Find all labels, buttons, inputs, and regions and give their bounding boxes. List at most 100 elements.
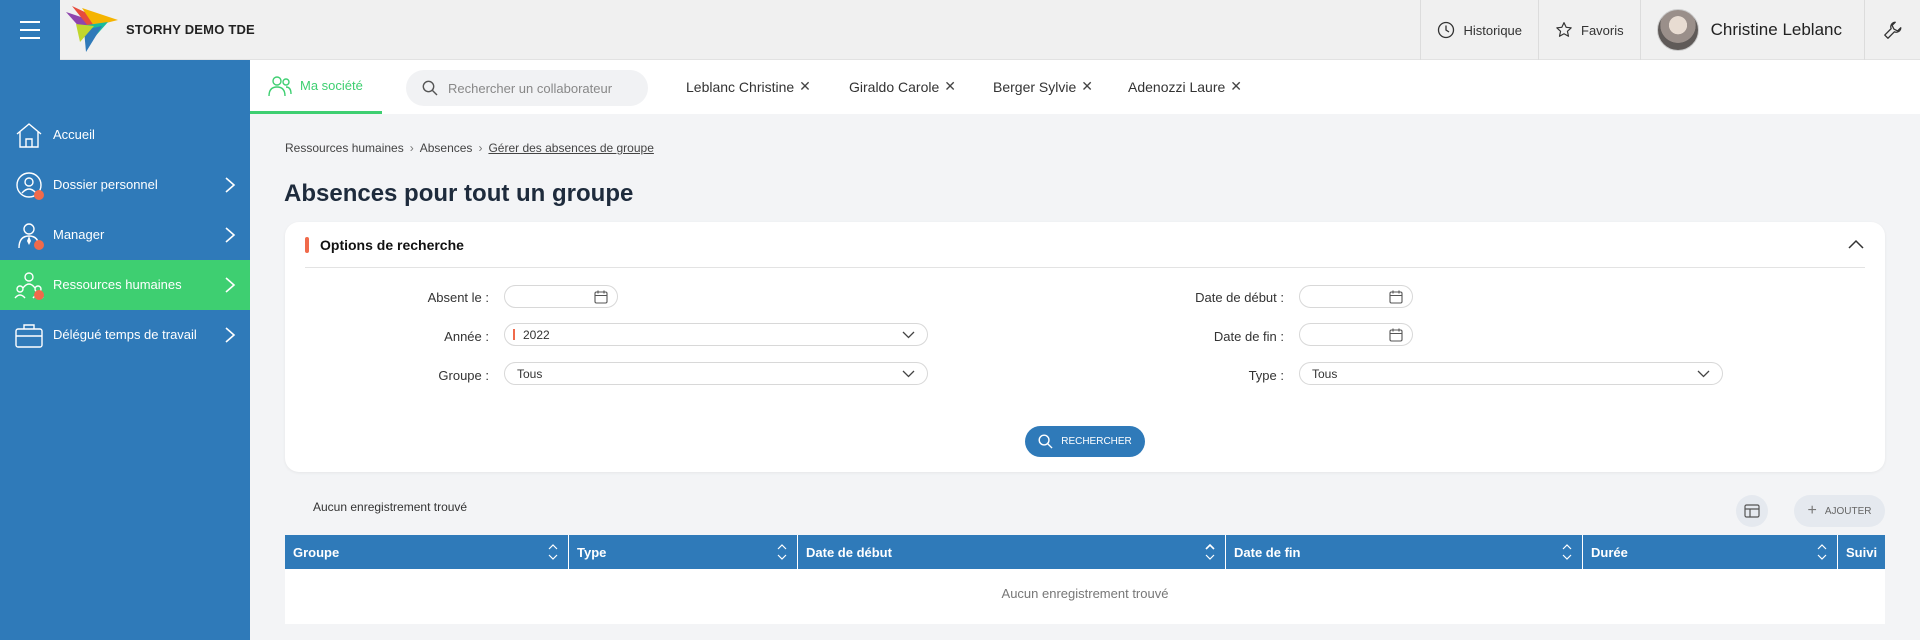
column-header-date-debut[interactable]: Date de début <box>798 535 1226 569</box>
collaborator-chip[interactable]: Adenozzi Laure ✕ <box>1128 78 1242 95</box>
annee-select[interactable]: 2022 <box>504 323 928 346</box>
calendar-icon[interactable] <box>1389 290 1403 304</box>
column-settings-button[interactable] <box>1736 495 1768 527</box>
date-fin-label: Date de fin : <box>1213 329 1284 344</box>
search-icon <box>422 80 438 96</box>
chip-label: Giraldo Carole <box>849 78 940 95</box>
sidebar-item-label: Délégué temps de travail <box>53 327 197 342</box>
date-debut-field[interactable] <box>1299 285 1413 308</box>
tab-ma-societe[interactable]: Ma société <box>250 60 382 114</box>
chevron-down-icon <box>902 370 915 378</box>
sort-icon <box>548 544 558 560</box>
sort-ascending-icon <box>1205 543 1215 560</box>
favoris-label: Favoris <box>1581 22 1624 38</box>
column-header-duree[interactable]: Durée <box>1583 535 1838 569</box>
sidebar-item-label: Dossier personnel <box>53 177 158 192</box>
column-label: Date de fin <box>1234 544 1301 560</box>
absent-le-date-field[interactable] <box>504 285 618 308</box>
home-icon <box>16 123 42 148</box>
groupe-label: Groupe : <box>438 368 489 383</box>
sidebar-item-label: Ressources humaines <box>53 277 182 292</box>
sidebar-item-delegue-temps[interactable]: Délégué temps de travail <box>0 310 250 360</box>
column-header-groupe[interactable]: Groupe <box>285 535 569 569</box>
annee-label: Année : <box>444 329 489 344</box>
collaborator-chip[interactable]: Berger Sylvie ✕ <box>993 78 1093 95</box>
close-icon[interactable]: ✕ <box>799 78 811 95</box>
chevron-up-icon[interactable] <box>1847 236 1865 254</box>
sidebar: Accueil Dossier personnel Manager Ressou… <box>0 60 250 640</box>
sidebar-item-dossier-personnel[interactable]: Dossier personnel <box>0 160 250 210</box>
breadcrumb-current[interactable]: Gérer des absences de groupe <box>488 141 653 155</box>
notification-badge <box>34 240 44 250</box>
accent-marker <box>305 237 309 253</box>
panel-title: Options de recherche <box>320 237 464 253</box>
collaborator-search[interactable] <box>406 70 648 106</box>
absent-le-label: Absent le : <box>427 290 489 305</box>
collaborator-chip[interactable]: Leblanc Christine ✕ <box>686 78 811 95</box>
column-label: Type <box>577 544 607 560</box>
chevron-right-icon: › <box>478 141 483 155</box>
sidebar-item-ressources-humaines[interactable]: Ressources humaines <box>0 260 250 310</box>
sidebar-item-label: Manager <box>53 227 105 242</box>
empty-table-message: Aucun enregistrement trouvé <box>1001 586 1169 601</box>
annee-value: 2022 <box>523 327 550 342</box>
star-icon <box>1556 22 1572 37</box>
sort-icon <box>1817 544 1827 560</box>
sidebar-item-accueil[interactable]: Accueil <box>0 110 250 160</box>
company-logo <box>66 6 118 52</box>
sidebar-item-manager[interactable]: Manager <box>0 210 250 260</box>
tools-button[interactable] <box>1864 0 1920 60</box>
user-menu[interactable]: Christine Leblanc <box>1639 0 1864 60</box>
column-label: Suivi <box>1846 544 1878 560</box>
records-status: Aucun enregistrement trouvé <box>313 500 468 514</box>
groupe-select[interactable]: Tous <box>504 362 928 385</box>
rechercher-button[interactable]: RECHERCHER <box>1025 426 1145 457</box>
type-select[interactable]: Tous <box>1299 362 1723 385</box>
tab-label: Ma société <box>300 78 363 93</box>
breadcrumb-item[interactable]: Ressources humaines <box>285 141 404 155</box>
collaborator-chip[interactable]: Giraldo Carole ✕ <box>849 78 956 95</box>
brand-name: STORHY DEMO TDE <box>126 22 255 37</box>
date-fin-field[interactable] <box>1299 323 1413 346</box>
hamburger-menu-button[interactable] <box>0 0 60 60</box>
calendar-icon[interactable] <box>1389 328 1403 342</box>
user-name: Christine Leblanc <box>1710 20 1842 39</box>
sidebar-item-label: Accueil <box>53 127 95 142</box>
users-icon <box>268 75 292 96</box>
column-header-suivi[interactable]: Suivi <box>1838 535 1885 569</box>
groupe-value: Tous <box>517 366 543 381</box>
chevron-down-icon <box>902 331 915 339</box>
breadcrumb-item[interactable]: Absences <box>420 141 473 155</box>
chip-label: Adenozzi Laure <box>1128 78 1226 95</box>
historique-button[interactable]: Historique <box>1420 0 1538 60</box>
required-marker <box>513 329 515 340</box>
search-input[interactable] <box>448 80 628 96</box>
calendar-icon[interactable] <box>594 290 608 304</box>
chevron-right-icon <box>225 177 236 193</box>
ajouter-button[interactable]: + AJOUTER <box>1794 495 1885 527</box>
column-label: Date de début <box>806 544 892 560</box>
sort-icon <box>777 544 787 560</box>
ajouter-label: AJOUTER <box>1824 505 1872 517</box>
chevron-right-icon <box>225 277 236 293</box>
sub-navigation-bar: Ma société Leblanc Christine✕ Giraldo Ca… <box>250 60 1920 114</box>
type-label: Type : <box>1248 368 1284 383</box>
historique-label: Historique <box>1463 22 1523 38</box>
favoris-button[interactable]: Favoris <box>1538 0 1640 60</box>
notification-badge <box>34 190 44 200</box>
chevron-down-icon <box>1697 370 1710 378</box>
column-label: Groupe <box>293 544 340 560</box>
close-icon[interactable]: ✕ <box>1081 78 1093 95</box>
table-icon <box>1744 504 1760 518</box>
close-icon[interactable]: ✕ <box>1230 78 1242 95</box>
column-header-type[interactable]: Type <box>569 535 798 569</box>
chevron-right-icon <box>225 327 236 343</box>
search-icon <box>1038 434 1053 449</box>
chip-label: Berger Sylvie <box>993 78 1077 95</box>
table-header: Groupe Type Date de début Date de fin Du… <box>285 535 1885 569</box>
close-icon[interactable]: ✕ <box>944 78 956 95</box>
clock-icon <box>1438 21 1455 39</box>
type-value: Tous <box>1312 366 1338 381</box>
column-header-date-fin[interactable]: Date de fin <box>1226 535 1583 569</box>
wrench-icon <box>1883 21 1901 39</box>
